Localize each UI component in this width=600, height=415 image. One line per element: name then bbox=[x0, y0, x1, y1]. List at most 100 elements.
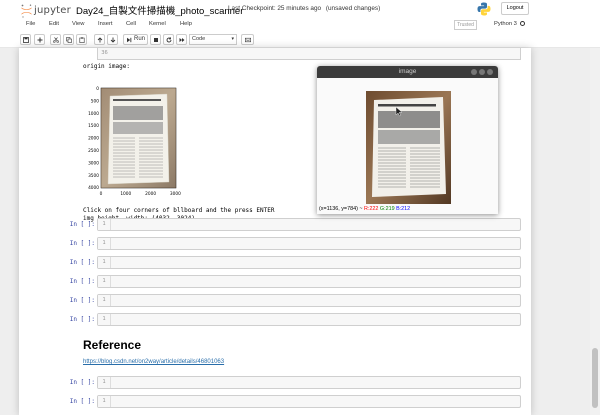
restart-run-all-button[interactable] bbox=[176, 34, 187, 45]
empty-code-cell[interactable]: In [ ]: 1 bbox=[19, 376, 531, 390]
kernel-idle-icon bbox=[519, 21, 525, 26]
line-number: 36 bbox=[101, 50, 108, 56]
run-button[interactable]: Run bbox=[123, 34, 148, 45]
save-button[interactable] bbox=[20, 34, 31, 45]
arrow-up-icon bbox=[97, 36, 102, 42]
logo-text: jupyter bbox=[34, 5, 71, 16]
cell-input[interactable]: 1 bbox=[97, 256, 521, 269]
run-label: Run bbox=[133, 36, 145, 42]
cell-input[interactable]: 1 bbox=[97, 313, 521, 326]
origin-image-plot: 0 500 1000 1500 2000 2500 3000 3500 4000… bbox=[83, 86, 203, 204]
y-tick-2000: 2000 bbox=[88, 136, 99, 142]
toolbar: Run Code ▾ bbox=[20, 34, 530, 46]
logout-button[interactable]: Logout bbox=[501, 2, 529, 15]
plot-x-ticks: 0 1000 2000 3000 bbox=[100, 191, 181, 197]
x-tick-1000: 1000 bbox=[120, 191, 131, 197]
cell-prompt: In [ ]: bbox=[69, 240, 95, 247]
plot-doc-figures bbox=[113, 106, 163, 120]
empty-code-cell[interactable]: In [ ]: 1 bbox=[19, 313, 531, 327]
cell-prompt: In [ ]: bbox=[69, 259, 95, 266]
line-number: 1 bbox=[98, 219, 111, 230]
stop-icon bbox=[153, 37, 158, 42]
maximize-icon[interactable] bbox=[479, 69, 485, 75]
reference-heading: Reference bbox=[83, 338, 142, 352]
trusted-indicator[interactable]: Trusted bbox=[454, 20, 477, 30]
pixel-green-value: G:219 bbox=[379, 206, 395, 212]
checkpoint-text: Last Checkpoint: 25 minutes ago bbox=[228, 5, 322, 12]
arrow-down-icon bbox=[110, 37, 115, 43]
previous-cell-input-tail[interactable]: 36 bbox=[97, 48, 521, 60]
restart-button[interactable] bbox=[163, 34, 174, 45]
cell-input[interactable]: 1 bbox=[97, 294, 521, 307]
output-instruction: Click on four corners of bllboard and th… bbox=[83, 207, 275, 214]
menu-cell[interactable]: Cell bbox=[126, 21, 136, 27]
empty-code-cell[interactable]: In [ ]: 1 bbox=[19, 256, 531, 270]
plot-y-ticks: 0 500 1000 1500 2000 2500 3000 3500 4000 bbox=[88, 86, 99, 191]
image-window[interactable]: image (x=1136, y=784) ~ R:222 G:219 B:21… bbox=[317, 66, 498, 214]
y-tick-500: 500 bbox=[91, 98, 99, 104]
copy-icon bbox=[65, 36, 72, 43]
previous-cell-tail: 36 bbox=[19, 48, 531, 60]
copy-button[interactable] bbox=[63, 34, 74, 45]
move-up-button[interactable] bbox=[94, 34, 105, 45]
reference-link[interactable]: https://blog.csdn.net/on2way/article/det… bbox=[83, 359, 224, 365]
python-logo-icon bbox=[477, 2, 491, 16]
empty-code-cell[interactable]: In [ ]: 1 bbox=[19, 237, 531, 251]
plus-icon bbox=[37, 37, 42, 42]
cell-prompt: In [ ]: bbox=[69, 297, 95, 304]
image-window-titlebar[interactable]: image bbox=[317, 66, 498, 78]
cell-input[interactable]: 1 bbox=[97, 275, 521, 288]
photo-doc-figure bbox=[378, 111, 440, 128]
cell-input[interactable]: 1 bbox=[97, 376, 521, 389]
cell-type-value: Code bbox=[192, 36, 206, 42]
cell-input[interactable]: 1 bbox=[97, 395, 521, 408]
jupyter-logo[interactable]: jupyter bbox=[21, 4, 73, 18]
checkpoint-status: Last Checkpoint: 25 minutes ago (unsaved… bbox=[228, 5, 380, 12]
empty-code-cell[interactable]: In [ ]: 1 bbox=[19, 294, 531, 308]
unsaved-indicator: (unsaved changes) bbox=[325, 5, 381, 12]
menu-edit[interactable]: Edit bbox=[49, 21, 59, 27]
x-tick-2000: 2000 bbox=[145, 191, 156, 197]
menu-insert[interactable]: Insert bbox=[98, 21, 113, 27]
menu-view[interactable]: View bbox=[72, 21, 84, 27]
cell-input[interactable]: 1 bbox=[97, 237, 521, 250]
empty-code-cell[interactable]: In [ ]: 1 bbox=[19, 218, 531, 232]
pixel-blue-value: B:212 bbox=[396, 206, 411, 212]
line-number: 1 bbox=[98, 396, 111, 407]
line-number: 1 bbox=[98, 295, 111, 306]
interrupt-button[interactable] bbox=[150, 34, 161, 45]
menu-file[interactable]: File bbox=[26, 21, 35, 27]
menu-help[interactable]: Help bbox=[180, 21, 192, 27]
jupyter-mark-icon bbox=[21, 4, 32, 18]
line-number: 1 bbox=[98, 238, 111, 249]
scanned-photo[interactable] bbox=[366, 91, 451, 204]
pixel-red-value: R:222 bbox=[364, 206, 379, 212]
notebook-title[interactable]: Day24_自製文件掃描機_photo_scanner bbox=[76, 3, 243, 17]
scrollbar-thumb[interactable] bbox=[592, 348, 598, 408]
close-icon[interactable] bbox=[487, 69, 493, 75]
cut-button[interactable] bbox=[50, 34, 61, 45]
cell-input[interactable]: 1 bbox=[97, 218, 521, 231]
plot-svg: 0 500 1000 1500 2000 2500 3000 3500 4000… bbox=[88, 86, 181, 197]
empty-code-cell[interactable]: In [ ]: 1 bbox=[19, 395, 531, 409]
y-tick-0: 0 bbox=[96, 86, 99, 92]
minimize-icon[interactable] bbox=[471, 69, 477, 75]
pixel-status-bar: (x=1136, y=784) ~ R:222 G:219 B:212 bbox=[319, 206, 410, 212]
header: jupyter Day24_自製文件掃描機_photo_scanner Last… bbox=[0, 0, 600, 48]
page-scrollbar[interactable] bbox=[590, 48, 600, 415]
y-tick-1500: 1500 bbox=[88, 123, 99, 129]
insert-cell-button[interactable] bbox=[34, 34, 45, 45]
line-number: 1 bbox=[98, 276, 111, 287]
cell-type-select[interactable]: Code ▾ bbox=[189, 34, 237, 45]
line-number: 1 bbox=[98, 377, 111, 388]
menu-kernel[interactable]: Kernel bbox=[149, 21, 166, 27]
command-palette-button[interactable] bbox=[241, 34, 254, 45]
cell-prompt: In [ ]: bbox=[69, 316, 95, 323]
empty-code-cell[interactable]: In [ ]: 1 bbox=[19, 275, 531, 289]
paste-button[interactable] bbox=[76, 34, 87, 45]
cell-prompt: In [ ]: bbox=[69, 278, 95, 285]
kernel-name: Python 3 bbox=[494, 21, 517, 28]
y-tick-4000: 4000 bbox=[88, 185, 99, 191]
move-down-button[interactable] bbox=[107, 34, 118, 45]
keyboard-icon bbox=[244, 37, 251, 42]
